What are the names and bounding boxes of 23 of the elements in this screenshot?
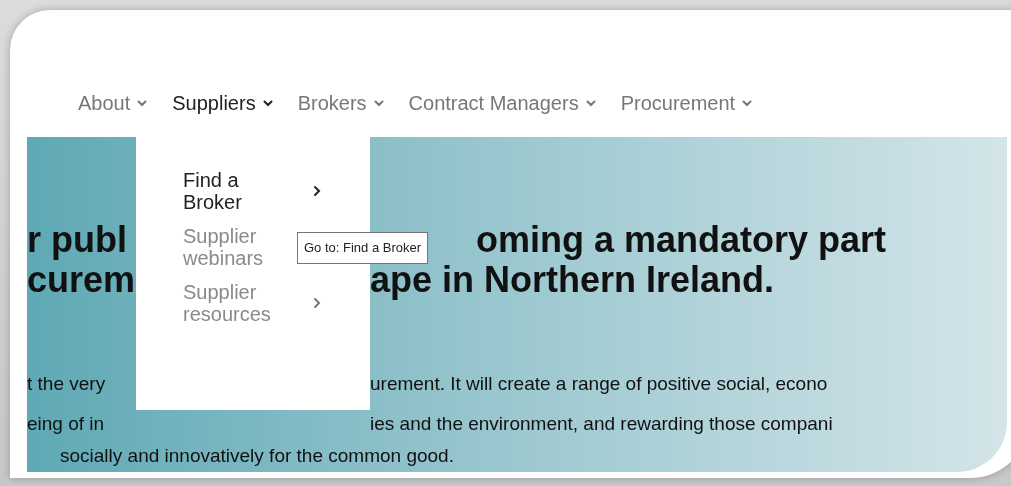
hero-heading-fragment: curem [27,260,136,300]
hero-text-fragment: ies and the environment, and rewarding those compani [370,412,833,436]
hero-heading-fragment: r publ [27,220,128,260]
nav-link[interactable]: Suppliers [172,88,274,118]
nav-link[interactable]: Contract Managers [408,88,597,118]
chevron-down-icon [372,97,385,109]
hero-heading-fragment: oming a mandatory part [476,220,887,260]
hero-text-fragment: t the very [27,372,107,396]
nav-link[interactable]: Procurement [620,88,754,118]
dropdown-item[interactable]: Find a Broker [183,169,322,213]
chevron-down-icon [261,97,274,109]
tooltip: Go to: Find a Broker [297,232,429,264]
hero-text: socially and innovatively for the common good. [60,444,454,468]
chevron-right-icon [312,185,322,197]
chevron-down-icon [584,97,597,109]
chevron-down-icon [136,97,149,109]
chevron-right-icon [312,297,322,309]
nav-link[interactable]: About [78,88,149,118]
dropdown-item[interactable]: Supplier resources [183,281,322,325]
nav-link[interactable]: Brokers [297,88,385,118]
hero-text-fragment: urement. It will create a range of positive social, econo [370,372,828,396]
hero-text-fragment: eing of in [27,412,106,436]
chevron-down-icon [741,97,754,109]
